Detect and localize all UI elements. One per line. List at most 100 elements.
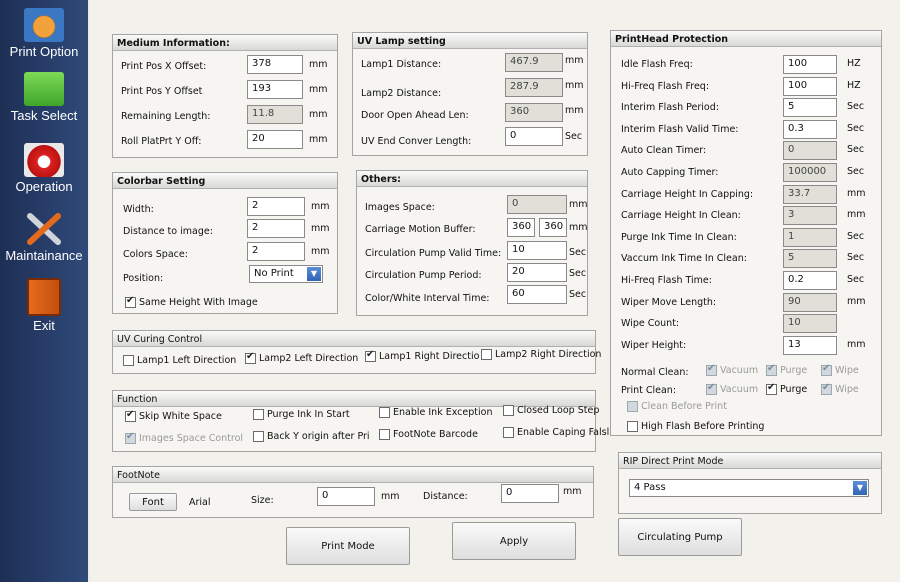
print-mode-button[interactable]: Print Mode <box>286 527 410 565</box>
print-clean-wipe-checkbox[interactable]: Wipe <box>821 382 859 395</box>
skip-white-space-checkbox[interactable]: Skip White Space <box>125 409 222 422</box>
printhead-row-input: 10 <box>783 314 837 334</box>
checkbox-label: High Flash Before Printing <box>641 421 765 432</box>
clean-before-print-checkbox[interactable]: Clean Before Print <box>627 401 727 412</box>
checkbox-label: Vacuum <box>720 384 759 395</box>
circulating-pump-button[interactable]: Circulating Pump <box>618 518 742 556</box>
remaining-length-label: Remaining Length: <box>121 111 211 122</box>
lamp1-left-checkbox[interactable]: Lamp1 Left Direction <box>123 355 236 366</box>
group-title: Medium Information: <box>113 35 337 51</box>
wrench-icon <box>24 212 64 246</box>
roll-platprt-input[interactable]: 20 <box>247 130 303 149</box>
checkbox-label: Purge <box>780 365 808 376</box>
font-button[interactable]: Font <box>129 493 177 511</box>
group-title: PrintHead Protection <box>611 31 881 47</box>
pump-valid-input[interactable]: 10 <box>507 241 567 260</box>
sidebar-item-maintainance[interactable]: Maintainance <box>0 212 88 263</box>
printhead-row-input[interactable]: 5 <box>783 98 837 118</box>
door-open-field: 360 <box>505 103 563 122</box>
function-group: Function Skip White Space Images Space C… <box>112 390 609 452</box>
normal-clean-wipe-checkbox[interactable]: Wipe <box>821 363 859 376</box>
printhead-row-label: Hi-Freq Flash Freq: <box>621 80 710 92</box>
normal-clean-vacuum-checkbox[interactable]: Vacuum <box>706 363 758 376</box>
enable-ink-exception-checkbox[interactable]: Enable Ink Exception <box>379 407 492 418</box>
enable-caping-checkbox[interactable]: Enable Caping Falsl <box>503 427 609 438</box>
size-input[interactable]: 0 <box>317 487 375 506</box>
printhead-row-label: Wipe Count: <box>621 318 680 330</box>
rip-mode-select[interactable]: 4 Pass ▼ <box>629 479 869 497</box>
unit-label: Sec <box>847 230 865 242</box>
unit-label: mm <box>847 209 866 221</box>
unit-label: mm <box>847 187 866 199</box>
printhead-row-label: Carriage Height In Capping: <box>621 188 754 200</box>
sidebar-item-exit[interactable]: Exit <box>0 278 88 333</box>
camera-icon <box>24 143 64 177</box>
normal-clean-purge-checkbox[interactable]: Purge <box>766 363 808 376</box>
unit-label: mm <box>847 338 866 350</box>
checkbox-label: Same Height With Image <box>139 297 258 308</box>
distance-input[interactable]: 0 <box>501 484 559 503</box>
lamp2-distance-field: 287.9 <box>505 78 563 97</box>
carriage-buffer-input-2[interactable]: 360 <box>539 218 567 237</box>
printhead-row-input[interactable]: 100 <box>783 55 837 74</box>
printhead-row-label: Interim Flash Period: <box>621 102 719 114</box>
closed-loop-step-checkbox[interactable]: Closed Loop Step <box>503 405 599 416</box>
checkbox-label: FootNote Barcode <box>393 429 478 440</box>
printhead-row-label: Auto Capping Timer: <box>621 167 719 178</box>
select-value: No Print <box>254 268 294 279</box>
carriage-buffer-input-1[interactable]: 360 <box>507 218 535 237</box>
font-name-label: Arial <box>189 497 211 508</box>
checkbox-label: Wipe <box>835 384 859 395</box>
uv-end-conver-input[interactable]: 0 <box>505 127 563 146</box>
lamp2-left-checkbox[interactable]: Lamp2 Left Direction <box>245 351 359 364</box>
position-select[interactable]: No Print ▼ <box>249 265 323 283</box>
distance-to-image-input[interactable]: 2 <box>247 219 305 238</box>
apply-button[interactable]: Apply <box>452 522 576 560</box>
printhead-row-input[interactable]: 0.2 <box>783 271 837 290</box>
uv-curing-control-group: UV Curing Control Lamp1 Left Direction L… <box>112 330 601 374</box>
checkbox-label: Enable Ink Exception <box>393 407 493 418</box>
unit-label: mm <box>847 295 866 307</box>
lamp2-right-checkbox[interactable]: Lamp2 Right Direction <box>481 349 601 360</box>
high-flash-before-printing-checkbox[interactable]: High Flash Before Printing <box>627 421 764 432</box>
printhead-row-input[interactable]: 0.3 <box>783 119 837 139</box>
checkbox-label: Lamp1 Right Directio <box>379 351 480 362</box>
checkbox-label: Lamp2 Left Direction <box>259 353 359 364</box>
unit-label: Sec <box>569 289 587 300</box>
interval-input[interactable]: 60 <box>507 285 567 304</box>
group-title: Colorbar Setting <box>113 173 337 189</box>
unit-label: Sec <box>569 247 587 258</box>
images-space-control-checkbox[interactable]: Images Space Control <box>125 431 243 444</box>
lamp1-right-checkbox[interactable]: Lamp1 Right Directio <box>365 349 480 362</box>
checkbox-label: Lamp2 Right Direction <box>495 349 602 360</box>
same-height-checkbox[interactable]: Same Height With Image <box>125 295 258 308</box>
rip-direct-print-mode-group: RIP Direct Print Mode 4 Pass ▼ <box>618 452 882 514</box>
images-space-field: 0 <box>507 195 567 214</box>
colors-space-input[interactable]: 2 <box>247 242 305 261</box>
printhead-row-input: 33.7 <box>783 184 837 204</box>
unit-label: HZ <box>847 79 861 91</box>
unit-label: mm <box>309 59 328 70</box>
unit-label: mm <box>309 84 328 95</box>
unit-label: Sec <box>847 166 865 177</box>
print-clean-vacuum-checkbox[interactable]: Vacuum <box>706 382 759 395</box>
pump-period-input[interactable]: 20 <box>507 263 567 282</box>
sidebar-item-print-option[interactable]: Print Option <box>0 8 88 59</box>
print-clean-purge-checkbox[interactable]: Purge <box>766 382 807 395</box>
printhead-row-input[interactable]: 13 <box>783 335 837 355</box>
printhead-row-input[interactable]: 100 <box>783 76 837 96</box>
width-input[interactable]: 2 <box>247 197 305 216</box>
printhead-row-label: Interim Flash Valid Time: <box>621 123 739 135</box>
footnote-barcode-checkbox[interactable]: FootNote Barcode <box>379 429 478 440</box>
print-pos-y-input[interactable]: 193 <box>247 80 303 99</box>
size-label: Size: <box>251 495 274 506</box>
sidebar-item-operation[interactable]: Operation <box>0 143 88 194</box>
back-y-origin-checkbox[interactable]: Back Y origin after Pri <box>253 431 370 442</box>
sidebar-item-task-select[interactable]: Task Select <box>0 72 88 123</box>
purge-ink-start-checkbox[interactable]: Purge Ink In Start <box>253 409 350 420</box>
unit-label: Sec <box>847 101 865 113</box>
medium-information-group: Medium Information: Print Pos X Offset: … <box>112 34 338 158</box>
select-value: 4 Pass <box>634 482 666 493</box>
unit-label: mm <box>311 201 330 212</box>
print-pos-x-input[interactable]: 378 <box>247 55 303 74</box>
